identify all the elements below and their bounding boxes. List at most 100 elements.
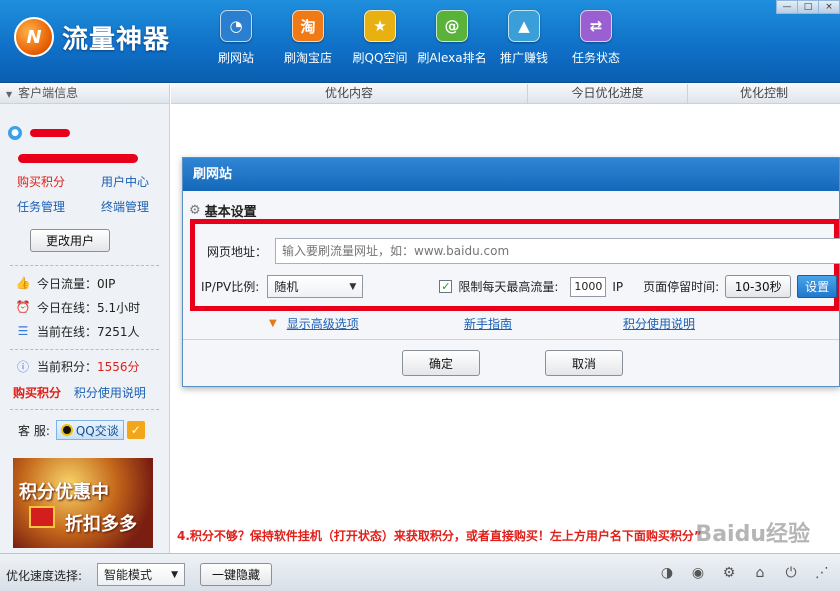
- limit-input[interactable]: 1000: [570, 276, 607, 297]
- settings-icon[interactable]: ⚙: [719, 564, 739, 582]
- speed-label: 优化速度选择:: [6, 569, 83, 583]
- close-button[interactable]: ×: [818, 0, 840, 14]
- taobao-icon: 淘: [292, 10, 324, 42]
- chevron-down-icon: ▼: [171, 569, 178, 580]
- basic-settings-label: 基本设置: [204, 205, 257, 220]
- user-center-link[interactable]: 用户中心: [101, 173, 171, 190]
- url-label: 网页地址：: [207, 244, 268, 259]
- ratio-label: IP/PV比例:: [201, 280, 260, 294]
- nav-item-2[interactable]: ★ 刷QQ空间: [344, 10, 416, 72]
- set-button[interactable]: 设置: [797, 275, 838, 298]
- bottom-bar: 优化速度选择: 智能模式 ▼ 一键隐藏 ◑ ◉ ⚙ ⌂ ⏻ ⋰: [0, 553, 840, 591]
- one-click-hide-button[interactable]: 一键隐藏: [200, 563, 272, 586]
- promo-line-1: 积分优惠中: [19, 482, 109, 503]
- main-nav: ◔ 刷网站 淘刷淘宝店 ★ 刷QQ空间 @ 刷Alexa排名 ▲ 推广赚钱 ⇄ 任务状态: [200, 10, 632, 72]
- today-online: ⏰ 今日在线：5.1小时: [0, 295, 169, 319]
- sidebar-header-label: 客户端信息: [18, 86, 79, 100]
- client-info-sidebar: ▼ 客户端信息 ● 购买积分 用户中心 任务管理 终端管理 更改用户 👍 今日流量：…: [0, 84, 170, 553]
- speed-select[interactable]: 智能模式 ▼: [97, 563, 185, 586]
- ok-button[interactable]: 确定: [402, 350, 480, 376]
- redacted-user-detail: [18, 154, 138, 163]
- nav-item-0[interactable]: ◔ 刷网站: [200, 10, 272, 72]
- buy-points-link-2[interactable]: 购买积分: [13, 386, 61, 400]
- advanced-options-link[interactable]: 显示高级选项: [287, 315, 359, 332]
- collapse-triangle-icon: ▼: [6, 90, 13, 99]
- column-header-progress[interactable]: 今日优化进度: [528, 84, 688, 103]
- url-input[interactable]: [275, 238, 840, 264]
- nav-item-4[interactable]: ▲ 推广赚钱: [488, 10, 560, 72]
- refresh-icon[interactable]: ◑: [657, 564, 677, 582]
- chevron-down-icon: ▼: [349, 281, 357, 292]
- points-links: 购买积分 积分使用说明: [0, 378, 169, 401]
- settings-row: IP/PV比例: 随机 ▼ ✓ 限制每天最高流量: 1000 IP 页面停留时间:…: [201, 275, 838, 298]
- nav-item-5[interactable]: ⇄ 任务状态: [560, 10, 632, 72]
- basic-settings-heading: ⚙ 基本设置: [183, 191, 839, 220]
- advanced-options-toggle[interactable]: ▼ 显示高级选项: [269, 315, 359, 332]
- highlight-box: 网页地址： IP/PV比例: 随机 ▼ ✓ 限制每天最高流量: 1000 IP 页…: [190, 219, 840, 311]
- task-management-link[interactable]: 任务管理: [17, 198, 101, 215]
- promo-line-2: 折扣多多: [65, 514, 137, 535]
- column-header-control[interactable]: 优化控制: [688, 84, 840, 103]
- user-row: ●: [0, 104, 169, 140]
- points-help-link[interactable]: 积分使用说明: [74, 386, 146, 400]
- users-list-icon: ☰: [17, 324, 29, 338]
- stay-time-button[interactable]: 10-30秒: [725, 275, 792, 298]
- nav-label: 任务状态: [571, 51, 620, 65]
- thumbs-up-icon: 👍: [15, 276, 31, 290]
- app-header: N 流量神器 ◔ 刷网站 淘刷淘宝店 ★ 刷QQ空间 @ 刷Alexa排名 ▲ 推广赚钱 ⇄ 任务状…: [0, 0, 840, 83]
- qq-chat-button[interactable]: QQ交谈: [55, 420, 124, 440]
- terminal-management-link[interactable]: 终端管理: [101, 198, 171, 215]
- notice-text: 4.积分不够？保持软件挂机（打开状态）来获取积分，或者直接购买！左上方用户名下面…: [177, 529, 702, 543]
- nav-label: 刷网站: [217, 51, 254, 65]
- limit-label: 限制每天最高流量:: [458, 280, 559, 294]
- points-value: 1556分: [97, 359, 140, 374]
- tray-icons: ◑ ◉ ⚙ ⌂ ⏻ ⋰: [646, 564, 832, 582]
- limit-unit: IP: [612, 279, 624, 294]
- dialog-title: 刷网站: [183, 158, 839, 191]
- app-title: 流量神器: [62, 24, 171, 55]
- power-icon[interactable]: ⏻: [781, 564, 801, 582]
- app-logo: N 流量神器: [14, 17, 170, 57]
- gift-icon: [29, 506, 55, 528]
- home-icon[interactable]: ⌂: [750, 564, 770, 582]
- restore-button[interactable]: □: [797, 0, 819, 14]
- ratio-value: 随机: [274, 280, 299, 294]
- eye-icon[interactable]: ◉: [688, 564, 708, 582]
- today-online-label: 今日在线：5.1小时: [37, 300, 141, 315]
- limit-checkbox[interactable]: ✓: [439, 280, 453, 293]
- minimize-button[interactable]: —: [776, 0, 798, 14]
- qq-chat-label: QQ交谈: [75, 423, 119, 438]
- column-header-content[interactable]: 优化内容: [171, 84, 528, 103]
- stay-time-label: 页面停留时间:: [643, 280, 720, 294]
- sidebar-header[interactable]: ▼ 客户端信息: [0, 84, 169, 104]
- nav-item-1[interactable]: 淘刷淘宝店: [272, 10, 344, 72]
- today-traffic-label: 今日流量：0IP: [37, 276, 116, 291]
- nav-item-3[interactable]: @ 刷Alexa排名: [416, 10, 488, 72]
- change-user-button[interactable]: 更改用户: [30, 229, 110, 252]
- window-controls: — □ ×: [776, 0, 840, 14]
- account-links: 购买积分 用户中心 任务管理 终端管理: [0, 163, 169, 215]
- globe-icon: ◔: [220, 10, 252, 42]
- logo-icon: N: [14, 17, 54, 57]
- beginner-guide-link[interactable]: 新手指南: [464, 315, 512, 332]
- nav-label: 推广赚钱: [499, 51, 548, 65]
- task-table-header: 优化内容 今日优化进度 优化控制: [171, 84, 840, 104]
- current-online: ☰ 当前在线：7251人: [0, 319, 169, 343]
- nav-label: 刷淘宝店: [283, 51, 332, 65]
- today-traffic: 👍 今日流量：0IP: [0, 271, 169, 295]
- dialog-footer: 确定 取消: [183, 339, 839, 386]
- customer-service: 客 服: QQ交谈 ✓: [0, 410, 169, 440]
- promo-banner[interactable]: 积分优惠中 折扣多多: [13, 458, 153, 548]
- buy-points-link[interactable]: 购买积分: [17, 173, 101, 190]
- points-label: 当前积分：: [37, 359, 98, 374]
- nav-label: 刷QQ空间: [352, 51, 408, 65]
- resize-grip-icon[interactable]: ⋰: [812, 564, 832, 582]
- points-help-link-dialog[interactable]: 积分使用说明: [623, 315, 695, 332]
- ratio-select[interactable]: 随机 ▼: [267, 275, 364, 298]
- redacted-username: [30, 129, 70, 137]
- check-icon[interactable]: ✓: [126, 421, 145, 439]
- cancel-button[interactable]: 取消: [545, 350, 623, 376]
- nav-label: 刷Alexa排名: [417, 51, 487, 65]
- brush-website-dialog: 刷网站 ⚙基本设置 网页地址： IP/PV比例: 随机 ▼ ✓ 限制每天最高流量:…: [182, 157, 840, 387]
- swap-arrows-icon: ⇄: [580, 10, 612, 42]
